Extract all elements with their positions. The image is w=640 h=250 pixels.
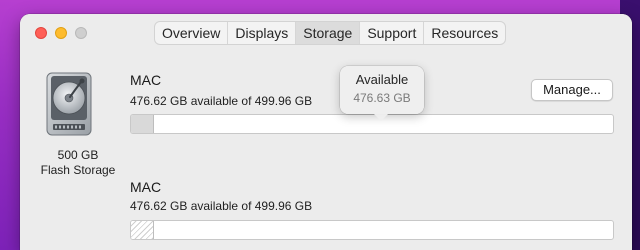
minimize-window-button[interactable] xyxy=(55,27,67,39)
about-this-mac-window: Overview Displays Storage Support Resour… xyxy=(20,14,632,250)
disk-size: 500 GB xyxy=(57,148,99,162)
disk-type: Flash Storage xyxy=(40,163,116,177)
volume-name: MAC xyxy=(130,179,162,195)
storage-used-segment xyxy=(131,115,154,133)
zoom-window-button[interactable] xyxy=(75,27,87,39)
tab-support[interactable]: Support xyxy=(360,22,425,44)
title-bar: Overview Displays Storage Support Resour… xyxy=(20,14,632,54)
available-tooltip: Available 476.63 GB xyxy=(340,66,424,121)
storage-usage-bar[interactable] xyxy=(130,220,614,240)
tooltip-title: Available xyxy=(355,72,409,87)
volume-name: MAC xyxy=(130,72,162,88)
manage-button[interactable]: Manage... xyxy=(531,79,613,101)
tab-overview[interactable]: Overview xyxy=(155,22,229,44)
tab-resources[interactable]: Resources xyxy=(424,22,505,44)
tab-storage[interactable]: Storage xyxy=(296,22,361,44)
volume-availability: 476.62 GB available of 499.96 GB xyxy=(130,199,313,213)
tooltip-value: 476.63 GB xyxy=(353,91,411,105)
tab-bar: Overview Displays Storage Support Resour… xyxy=(154,21,507,45)
tab-displays[interactable]: Displays xyxy=(228,22,297,44)
volume-availability: 476.62 GB available of 499.96 GB xyxy=(130,94,313,108)
hard-drive-icon xyxy=(46,72,92,136)
close-window-button[interactable] xyxy=(35,27,47,39)
storage-panel: 500 GB Flash Storage MAC 476.62 GB avail… xyxy=(20,54,632,250)
disk-caption: 500 GB Flash Storage xyxy=(28,148,128,178)
storage-usage-bar[interactable] xyxy=(130,114,614,134)
storage-used-segment xyxy=(131,221,154,239)
